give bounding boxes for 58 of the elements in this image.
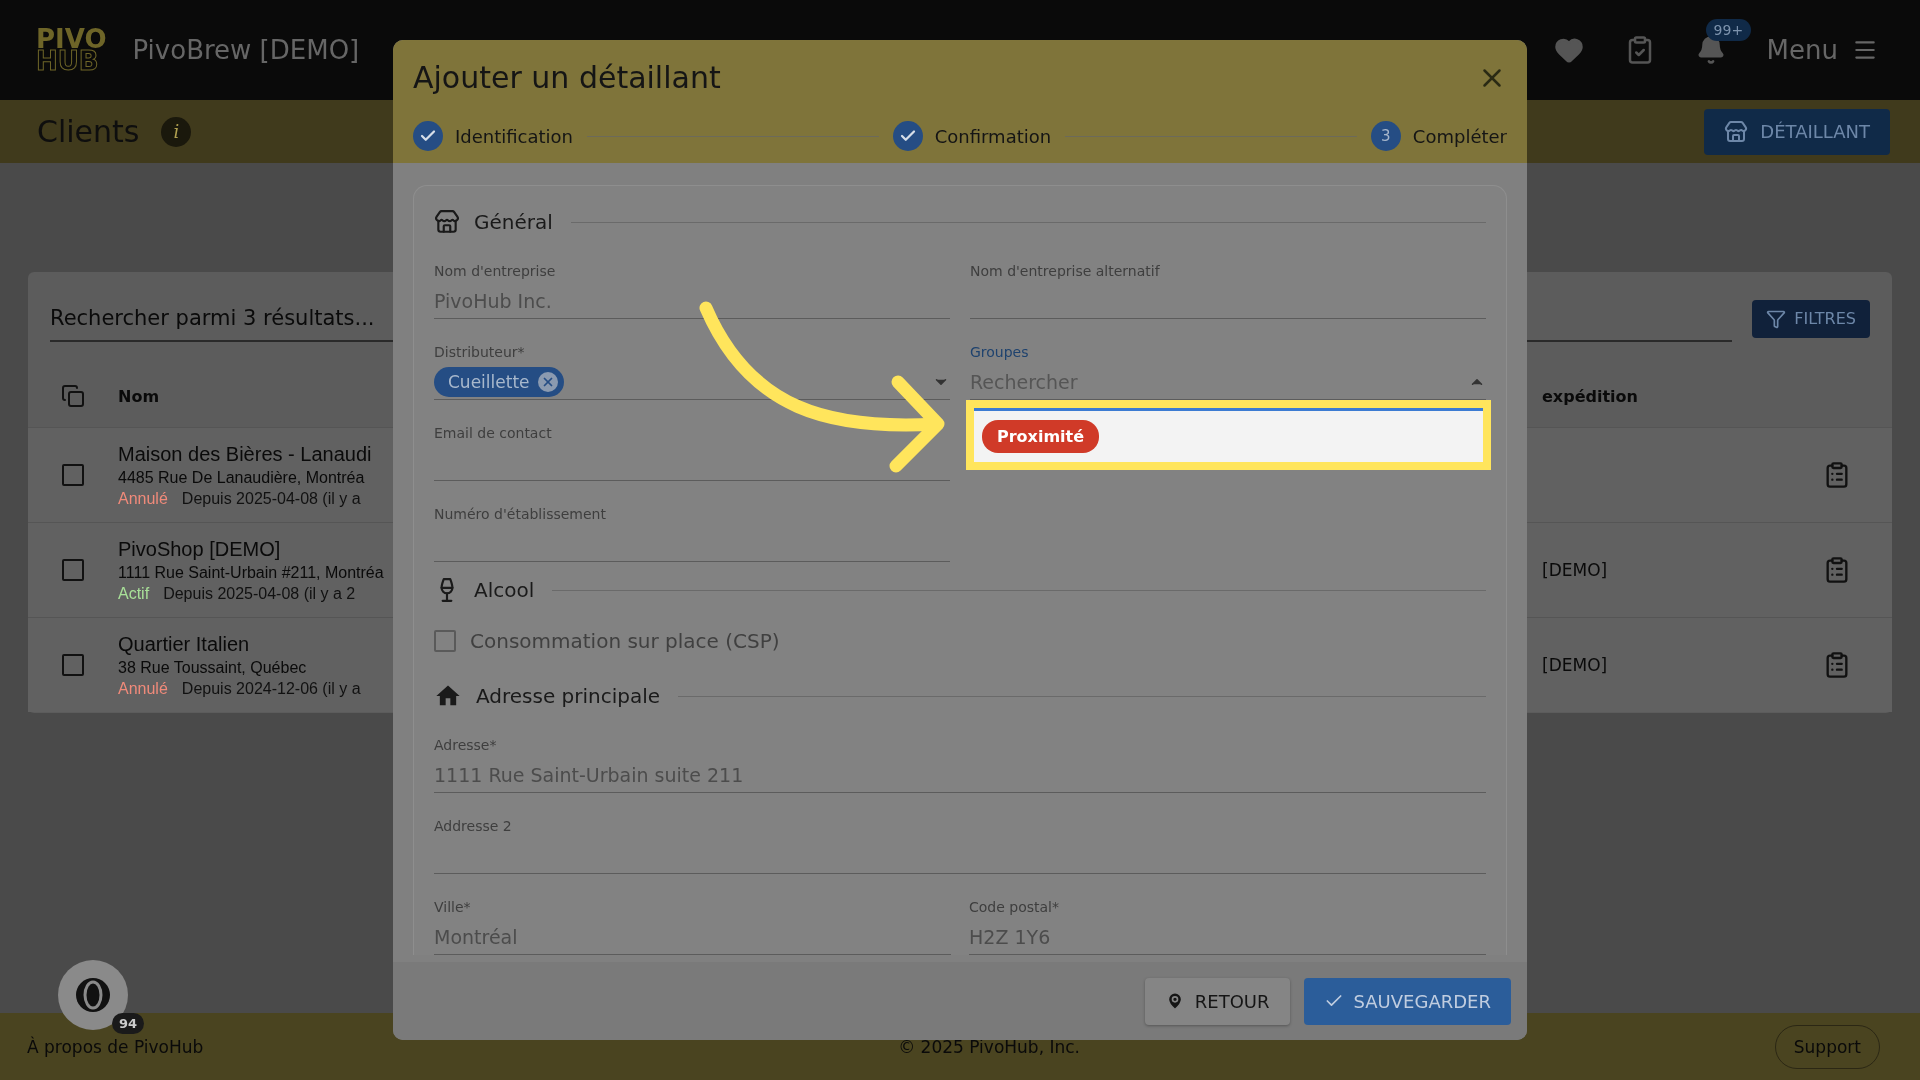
- field-label: Groupes: [970, 344, 1030, 360]
- add-retailer-button[interactable]: DÉTAILLANT: [1704, 108, 1890, 155]
- store-icon: [1724, 119, 1749, 144]
- checkbox-label[interactable]: Consommation sur place (CSP): [470, 629, 780, 653]
- field-label: Ville*: [434, 899, 472, 915]
- section-title: Adresse principale: [476, 684, 661, 708]
- notification-badge: 99+: [1705, 19, 1752, 41]
- select-all-icon[interactable]: [61, 384, 85, 408]
- since-date: Depuis 2025-04-08 (il y a: [181, 489, 361, 508]
- client-address: 38 Rue Toussaint, Québec: [118, 658, 308, 677]
- group-option[interactable]: Proximité: [982, 420, 1100, 453]
- column-header[interactable]: expédition: [1532, 386, 1782, 406]
- status-label: Actif: [118, 584, 150, 603]
- client-name[interactable]: Maison des Bières - Lanaudi: [118, 442, 393, 466]
- back-button[interactable]: RETOUR: [1144, 977, 1290, 1025]
- chip[interactable]: Cueillette: [434, 366, 564, 397]
- step-label: Identification: [455, 125, 574, 147]
- status-label: Annulé: [118, 679, 168, 698]
- select-field[interactable]: Cueillette: [434, 364, 950, 400]
- field-label: Addresse 2: [434, 818, 513, 834]
- column-header[interactable]: Nom: [118, 386, 393, 406]
- about-link[interactable]: À propos de PivoHub: [27, 1036, 204, 1057]
- checkbox[interactable]: [434, 630, 456, 652]
- client-name[interactable]: PivoShop [DEMO]: [118, 537, 393, 561]
- app-title: PivoBrew [DEMO]: [132, 35, 361, 65]
- field-label: Code postal*: [969, 899, 1060, 915]
- field-label: Nom d'entreprise alternatif: [970, 263, 1161, 279]
- section-title: Général: [474, 210, 553, 234]
- row-checkbox[interactable]: [62, 559, 84, 581]
- client-address: 4485 Rue De Lanaudière, Montréa: [118, 468, 366, 487]
- filter-icon: [1766, 308, 1787, 329]
- save-button[interactable]: SAUVEGARDER: [1303, 977, 1511, 1025]
- table-cell-text: [DEMO]: [1541, 655, 1609, 675]
- menu-button[interactable]: Menu: [1766, 35, 1878, 65]
- field-label: Nom d'entreprise: [434, 263, 557, 279]
- table-cell-text: [DEMO]: [1541, 560, 1609, 580]
- store-icon: [434, 209, 460, 235]
- field-label: Distributeur*: [434, 344, 526, 360]
- remove-icon[interactable]: [537, 371, 558, 392]
- status-label: Annulé: [118, 489, 168, 508]
- field-label: Numéro d'établissement: [434, 506, 607, 522]
- step-label: Confirmation: [934, 125, 1052, 147]
- filters-button[interactable]: FILTRES: [1752, 299, 1870, 338]
- copyright-text: © 2025 PivoHub, Inc.: [898, 1036, 1080, 1057]
- logo[interactable]: PIVO HUB: [36, 27, 107, 73]
- step-label: Compléter: [1412, 125, 1507, 147]
- client-address: 1111 Rue Saint-Urbain #211, Montréa: [118, 563, 385, 582]
- row-checkbox[interactable]: [62, 464, 84, 486]
- info-icon[interactable]: i: [161, 116, 192, 147]
- section-title: Alcool: [474, 578, 535, 602]
- since-date: Depuis 2025-04-08 (il y a 2: [163, 584, 356, 603]
- since-date: Depuis 2024-12-06 (il y a: [181, 679, 361, 698]
- dialog-title: Ajouter un détaillant: [413, 60, 721, 95]
- field-label: Adresse*: [434, 737, 498, 753]
- row-checkbox[interactable]: [62, 654, 84, 676]
- step-number: 3: [1370, 121, 1401, 151]
- client-name[interactable]: Quartier Italien: [118, 632, 393, 656]
- field-label: Email de contact: [434, 425, 553, 441]
